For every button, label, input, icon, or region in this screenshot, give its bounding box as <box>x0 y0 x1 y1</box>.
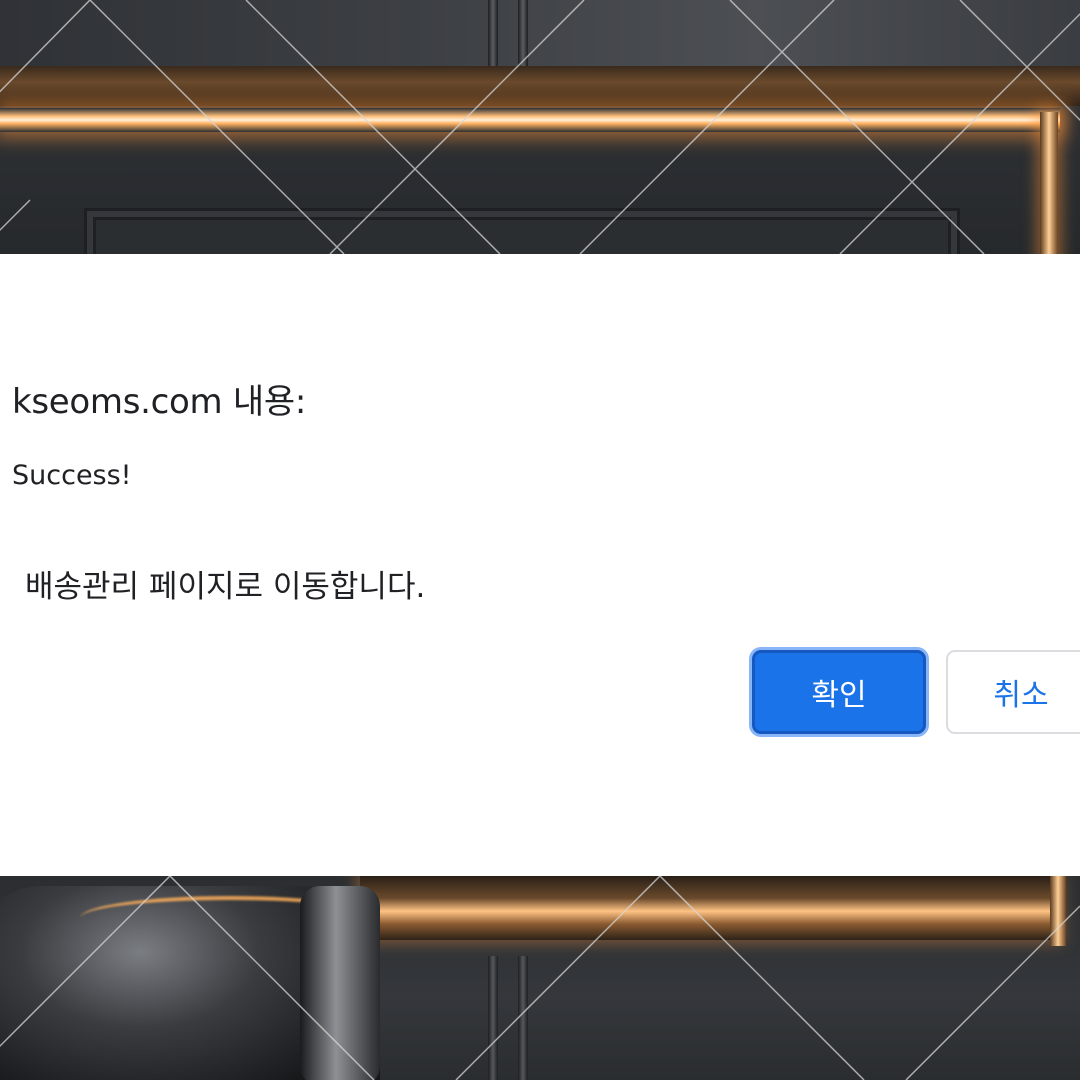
chair-armrest <box>300 886 380 1080</box>
gold-molding <box>0 66 1080 106</box>
cancel-button[interactable]: 취소 <box>946 650 1080 734</box>
wall-upper-panels <box>0 0 1080 66</box>
led-glow-vertical <box>1050 876 1066 946</box>
panel-seam <box>488 956 498 1080</box>
dialog-title: kseoms.com 내용: <box>12 382 307 422</box>
dialog-message-redirect: 배송관리 페이지로 이동합니다. <box>25 569 426 605</box>
background-wall-bottom <box>0 876 1080 1080</box>
ok-button[interactable]: 확인 <box>752 650 926 734</box>
panel-seam <box>518 0 528 66</box>
dialog-message-success: Success! <box>12 460 132 491</box>
panel-seam <box>488 0 498 66</box>
led-glow-strip <box>0 108 1060 132</box>
gold-molding <box>360 876 1060 940</box>
wall-inner-panel <box>84 208 960 254</box>
led-glow-vertical <box>1040 112 1058 254</box>
panel-seam <box>518 956 528 1080</box>
background-wall-top <box>0 0 1080 254</box>
